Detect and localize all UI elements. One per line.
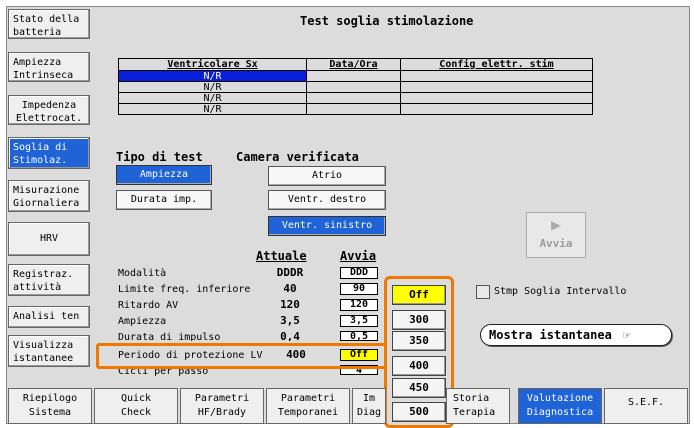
tab-temporary-params[interactable]: Parametri Temporanei xyxy=(266,388,350,424)
chamber-left-ventricle-button[interactable]: Ventr. sinistro xyxy=(268,216,386,236)
table-cell xyxy=(400,70,593,82)
param-label: Ampiezza xyxy=(118,316,167,327)
param-label: Cicli per passo xyxy=(118,366,209,376)
param-start-field[interactable]: 4 xyxy=(340,365,378,375)
param-current: 3,5 xyxy=(280,314,300,327)
tab-implant-diag[interactable]: Im Diag xyxy=(352,388,386,424)
test-type-pulse-width-button[interactable]: Durata imp. xyxy=(116,190,212,210)
run-test-label: Avvia xyxy=(539,237,573,250)
param-label: Modalità xyxy=(118,268,167,279)
option-350[interactable]: 350 xyxy=(392,331,446,351)
table-row[interactable]: N/R xyxy=(118,92,593,104)
tab-hf-brady-params[interactable]: Parametri HF/Brady xyxy=(180,388,264,424)
column-header: Ventricolare Sx xyxy=(118,58,307,71)
pointing-hand-icon: ☞ xyxy=(623,328,631,342)
tab-therapy-history[interactable]: Storia Terapia xyxy=(446,388,510,424)
param-start-field[interactable]: 120 xyxy=(340,299,378,311)
tab-diagnostic-evaluation[interactable]: Valutazione Diagnostica xyxy=(518,388,602,424)
sidebar-battery-status[interactable]: Stato della batteria xyxy=(8,9,90,39)
checkbox-label: Stmp Soglia Intervallo xyxy=(494,286,627,297)
sidebar-daily-measurement[interactable]: Misurazione Giornaliera xyxy=(8,180,90,212)
sidebar-pacing-threshold[interactable]: Soglia di Stimolaz. xyxy=(8,137,90,169)
show-snapshot-label: Mostra istantanea xyxy=(489,328,612,342)
table-cell[interactable]: N/R xyxy=(118,103,307,115)
page-title: Test soglia stimolazione xyxy=(300,14,474,28)
table-cell[interactable]: N/R xyxy=(118,81,307,93)
table-row[interactable]: N/R xyxy=(118,103,593,115)
run-test-button[interactable]: ▶ Avvia xyxy=(526,212,586,258)
current-column-header: Attuale xyxy=(256,249,307,263)
param-label: Durata di impulso xyxy=(118,332,221,341)
table-cell xyxy=(306,103,401,115)
start-column-header: Avvia xyxy=(340,249,377,263)
table-cell xyxy=(306,70,401,82)
table-cell xyxy=(400,81,593,93)
app: Stato della batteria Ampiezza Intrinseca… xyxy=(0,0,694,428)
table-cell xyxy=(306,81,401,93)
option-450[interactable]: 450 xyxy=(392,378,446,398)
chamber-right-ventricle-button[interactable]: Ventr. destro xyxy=(268,190,386,210)
option-500[interactable]: 500 xyxy=(392,402,446,422)
sidebar-activity-log[interactable]: Registraz. attività xyxy=(8,264,90,296)
sidebar-intrinsic-amplitude[interactable]: Ampiezza Intrinseca xyxy=(8,52,90,82)
column-header: Data/Ora xyxy=(306,58,401,71)
param-start-field[interactable]: DDD xyxy=(340,267,378,279)
option-off[interactable]: Off xyxy=(392,285,446,305)
option-400[interactable]: 400 xyxy=(392,356,446,376)
table-cell xyxy=(306,92,401,104)
table-cell xyxy=(400,103,593,115)
table-row[interactable]: N/R xyxy=(118,81,593,93)
param-current: DDDR xyxy=(276,266,304,279)
param-start-field[interactable]: 3,5 xyxy=(340,315,378,327)
results-table: Ventricolare Sx Data/Ora Config elettr. … xyxy=(118,58,593,115)
show-snapshot-button[interactable]: Mostra istantanea ☞ xyxy=(480,324,672,346)
table-row[interactable]: N/R xyxy=(118,70,593,82)
test-type-amplitude-button[interactable]: Ampiezza xyxy=(116,165,212,185)
param-label: Ritardo AV xyxy=(118,300,179,311)
play-icon: ▶ xyxy=(551,215,561,234)
chamber-atrium-button[interactable]: Atrio xyxy=(268,166,386,186)
param-current: 120 xyxy=(280,298,300,311)
param-current: 0,4 xyxy=(280,330,300,341)
param-start-field[interactable]: 90 xyxy=(340,283,378,295)
tab-sef[interactable]: S.E.F. xyxy=(604,388,688,424)
sidebar-hrv[interactable]: HRV xyxy=(8,222,90,256)
tab-quick-check[interactable]: Quick Check xyxy=(94,388,178,424)
chamber-label: Camera verificata xyxy=(236,150,359,164)
param-label: Limite freq. inferiore xyxy=(118,284,251,295)
sidebar-view-snapshots[interactable]: Visualizza istantanee xyxy=(8,335,90,367)
test-type-label: Tipo di test xyxy=(116,150,203,164)
sidebar-lead-impedance[interactable]: Impedenza Elettrocat. xyxy=(8,95,90,125)
param-start-field[interactable]: 0,5 xyxy=(340,331,378,341)
column-header: Config elettr. stim xyxy=(400,58,593,71)
param-current: 40 xyxy=(283,282,297,295)
param-current: 400 xyxy=(286,348,306,361)
table-cell xyxy=(400,92,593,104)
interval-threshold-checkbox[interactable] xyxy=(476,285,490,299)
sidebar-trend-analysis[interactable]: Analisi ten xyxy=(8,306,90,328)
param-start-field[interactable]: Off xyxy=(340,349,378,361)
option-300[interactable]: 300 xyxy=(392,310,446,330)
param-label: Periodo di protezione LV xyxy=(118,350,263,361)
table-cell[interactable]: N/R xyxy=(118,92,307,104)
tab-system-summary[interactable]: Riepilogo Sistema xyxy=(8,388,92,424)
table-cell[interactable]: N/R xyxy=(118,70,307,82)
